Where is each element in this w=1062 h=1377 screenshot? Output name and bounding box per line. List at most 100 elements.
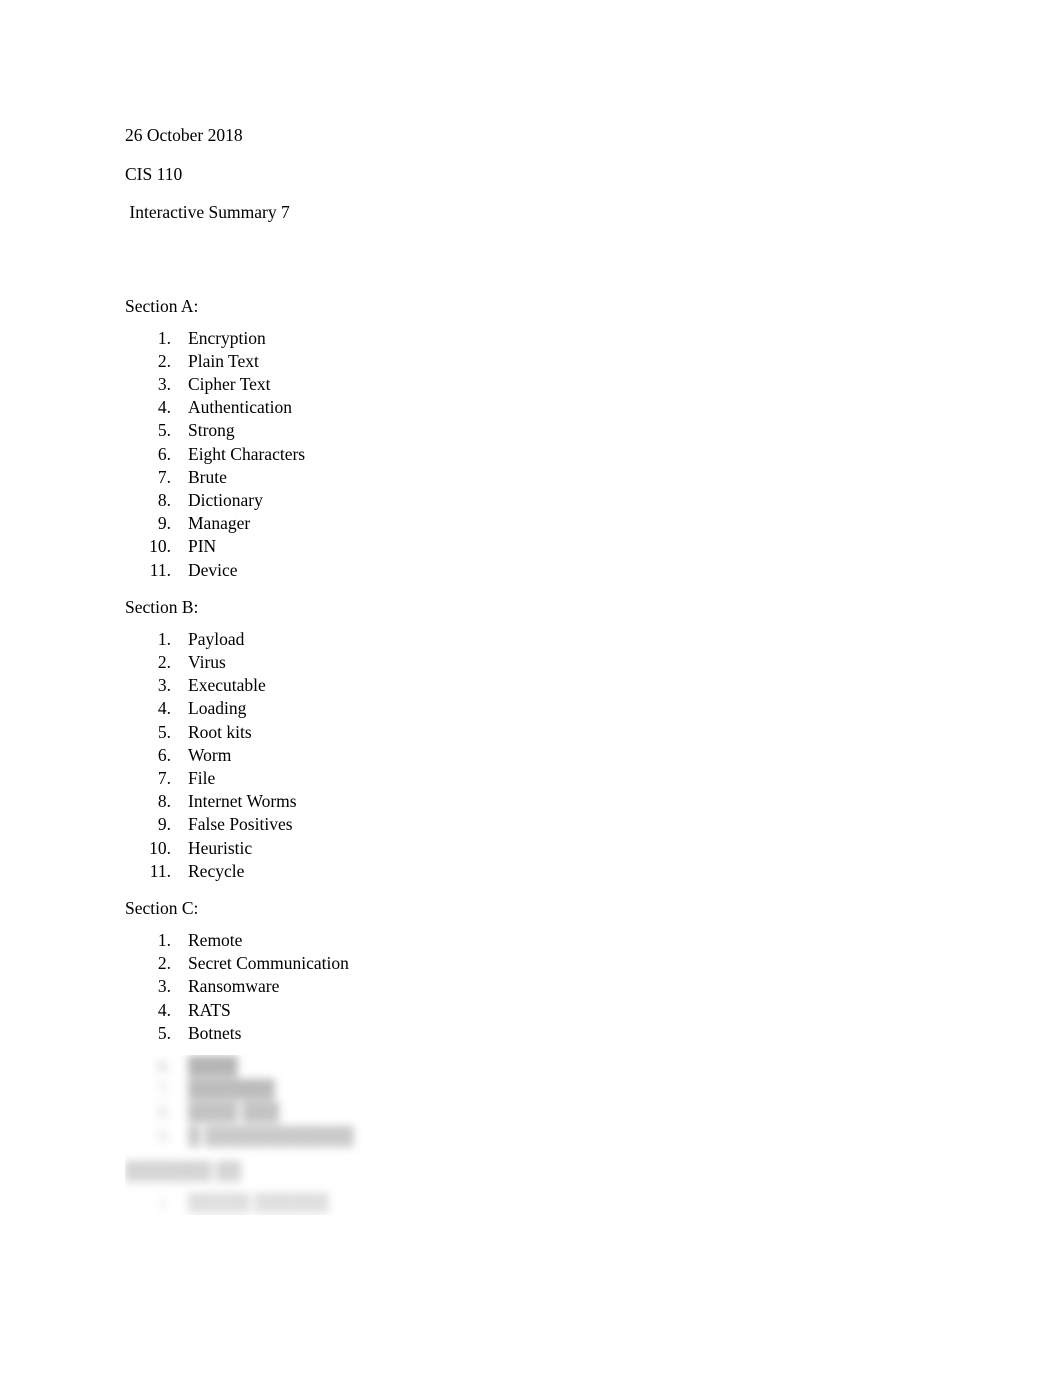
list-item-number: 6. <box>157 443 171 464</box>
list-item: 3. Executable <box>125 674 945 697</box>
list-item: 3. Cipher Text <box>125 373 945 396</box>
list-item: 1. Payload <box>125 628 945 651</box>
list-item: 5. Botnets <box>125 1022 945 1045</box>
list-item-number: 2. <box>157 953 171 974</box>
list-item: 6. Worm <box>125 744 945 767</box>
list-item-number: 1. <box>157 327 171 348</box>
list-item-number: 9. <box>157 513 171 534</box>
list-item-label: ███████ <box>188 1079 275 1100</box>
list-item-label: Manager <box>188 513 251 534</box>
section-b-list: 1. Payload 2. Virus 3. Executable 4. Loading… <box>125 628 945 883</box>
list-item-label: Payload <box>188 628 245 649</box>
list-item-label: Remote <box>188 929 243 950</box>
list-item-label: File <box>188 767 216 788</box>
list-item-label: Encryption <box>188 327 266 348</box>
list-item-number: 3. <box>157 373 171 394</box>
list-item: 2. Virus <box>125 651 945 674</box>
list-item-number: 5. <box>157 721 171 742</box>
list-item: 6. Eight Characters <box>125 443 945 466</box>
list-item-number: 11. <box>149 860 171 881</box>
list-item-number: 8. <box>157 1102 171 1123</box>
list-item-label: Device <box>188 559 238 580</box>
list-item: 5. Root kits <box>125 721 945 744</box>
list-item: 10. PIN <box>125 535 945 558</box>
list-item-label: Virus <box>188 651 226 672</box>
list-item-number: 10. <box>149 536 171 557</box>
list-item-label: Executable <box>188 675 266 696</box>
list-item-number: 7. <box>157 466 171 487</box>
list-item: 3. Ransomware <box>125 975 945 998</box>
list-item-number: 7. <box>157 1079 171 1100</box>
list-item-label: Root kits <box>188 721 252 742</box>
list-item: 10. Heuristic <box>125 837 945 860</box>
list-item-label: Strong <box>188 420 235 441</box>
list-item-number: 8. <box>157 791 171 812</box>
list-item-number: 7. <box>157 767 171 788</box>
list-item-number: 5. <box>157 420 171 441</box>
list-item-label: Authentication <box>188 397 293 418</box>
list-item-label: Secret Communication <box>188 953 349 974</box>
document-body: 26 October 2018 CIS 110 Interactive Summ… <box>125 124 945 1059</box>
list-item-label: Botnets <box>188 1022 242 1043</box>
list-item: 8. Internet Worms <box>125 790 945 813</box>
list-item-number: 1. <box>157 929 171 950</box>
list-item-label: Plain Text <box>188 350 259 371</box>
list-item-label: PIN <box>188 536 217 557</box>
list-item-label: █████ ██████ <box>188 1193 329 1214</box>
list-item-number: 11. <box>149 559 171 580</box>
list-item: 11. Recycle <box>125 860 945 883</box>
list-item-number: 2. <box>157 651 171 672</box>
list-item-number: 9. <box>157 814 171 835</box>
list-item-number: 1. <box>157 1193 171 1214</box>
list-item-number: 2. <box>157 350 171 371</box>
list-item-number: 4. <box>157 999 171 1020</box>
list-item: 9. █ ████████████ <box>125 1125 945 1148</box>
section-heading-a: Section A: <box>125 295 199 316</box>
list-item: 2. Secret Communication <box>125 952 945 975</box>
list-item: 4. Loading <box>125 697 945 720</box>
list-item-label: █ ████████████ <box>188 1125 354 1146</box>
list-item-label: Brute <box>188 466 227 487</box>
list-item-label: Internet Worms <box>188 791 297 812</box>
list-item-number: 3. <box>157 976 171 997</box>
list-item-number: 8. <box>157 489 171 510</box>
list-item: 1. █████ ██████ <box>125 1192 945 1215</box>
list-item-label: Heuristic <box>188 837 253 858</box>
list-item-label: ████ ███ <box>188 1102 280 1123</box>
document-course: CIS 110 <box>125 163 183 184</box>
faded-section-heading: ███████ ██ <box>125 1160 241 1181</box>
list-item: 8. ████ ███ <box>125 1101 945 1124</box>
section-heading-b: Section B: <box>125 596 199 617</box>
list-item-label: Loading <box>188 698 247 719</box>
list-item-number: 6. <box>157 744 171 765</box>
list-item-number: 5. <box>157 1022 171 1043</box>
faded-trailing-list: 1. █████ ██████ <box>125 1192 945 1215</box>
list-item-label: False Positives <box>188 814 293 835</box>
list-item-number: 3. <box>157 675 171 696</box>
list-item: 11. Device <box>125 559 945 582</box>
list-item: 8. Dictionary <box>125 489 945 512</box>
list-item-number: 9. <box>157 1125 171 1146</box>
document-date: 26 October 2018 <box>125 125 243 145</box>
document-title: Interactive Summary 7 <box>125 202 290 222</box>
list-item-label: Dictionary <box>188 489 263 510</box>
list-item-label: Recycle <box>188 860 245 881</box>
list-item: 4. RATS <box>125 999 945 1022</box>
list-item-number: 4. <box>157 397 171 418</box>
faded-continued-list: 6. ████ 7. ███████ 8. ████ ███ 9. █ ████████… <box>125 1055 945 1148</box>
list-item-number: 10. <box>149 837 171 858</box>
list-item-number: 1. <box>157 628 171 649</box>
section-heading-c: Section C: <box>125 897 199 918</box>
list-item: 4. Authentication <box>125 396 945 419</box>
section-a-list: 1. Encryption 2. Plain Text 3. Cipher Text … <box>125 327 945 582</box>
list-item-label: Ransomware <box>188 976 280 997</box>
section-c-list: 1. Remote 2. Secret Communication 3. Ransom… <box>125 929 945 1045</box>
list-item-label: Cipher Text <box>188 373 271 394</box>
list-item: 9. False Positives <box>125 813 945 836</box>
document-page: 26 October 2018 CIS 110 Interactive Summ… <box>0 0 1062 1377</box>
header-spacer <box>125 240 945 295</box>
list-item-label: Eight Characters <box>188 443 306 464</box>
list-item-label: Worm <box>188 744 232 765</box>
list-item: 7. ███████ <box>125 1078 945 1101</box>
list-item: 9. Manager <box>125 512 945 535</box>
